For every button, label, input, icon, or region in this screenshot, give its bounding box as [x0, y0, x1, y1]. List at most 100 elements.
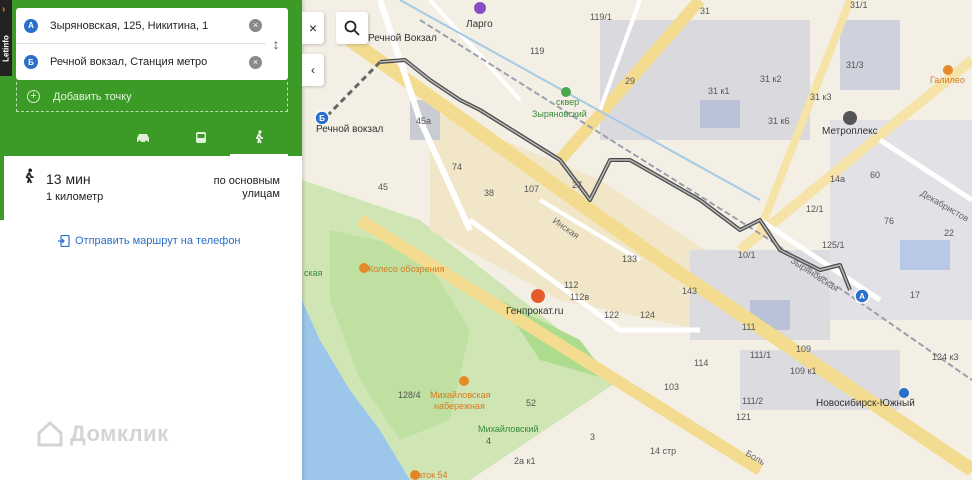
svg-text:76: 76 — [884, 216, 894, 226]
walk-icon — [255, 130, 263, 144]
svg-text:22: 22 — [944, 228, 954, 238]
svg-text:112: 112 — [564, 280, 578, 290]
svg-text:122: 122 — [604, 310, 619, 320]
svg-text:12/1: 12/1 — [806, 204, 824, 214]
svg-text:125/1: 125/1 — [822, 240, 845, 250]
route-via: по основным улицам — [213, 175, 280, 200]
svg-text:17: 17 — [910, 290, 920, 300]
clear-point-a-button[interactable]: × — [249, 19, 262, 32]
metroplex-icon[interactable] — [843, 111, 857, 125]
mode-walk-button[interactable] — [230, 120, 288, 156]
svg-text:124 к3: 124 к3 — [932, 352, 958, 362]
marker-a[interactable]: А — [854, 288, 870, 304]
mode-bus-button[interactable] — [172, 120, 230, 156]
car-icon — [137, 134, 149, 144]
svg-text:60: 60 — [870, 170, 880, 180]
swap-points-button[interactable]: ↕ — [268, 32, 284, 56]
svg-text:31/1: 31/1 — [850, 0, 868, 10]
chevron-left-icon: ‹ — [311, 63, 315, 77]
svg-text:31: 31 — [700, 6, 710, 16]
svg-text:111: 111 — [742, 322, 756, 332]
genprokat-icon[interactable] — [531, 289, 545, 303]
route-form: › Letinfo А Зыряновская, 125, Никитина, … — [0, 0, 302, 156]
svg-text:4: 4 — [486, 436, 491, 446]
point-b-field[interactable]: Б Речной вокзал, Станция метро × — [16, 44, 266, 80]
label-galileo: Галилео — [930, 75, 965, 85]
label-novosib: Новосибирск-Южный — [816, 397, 915, 409]
close-panel-button[interactable]: × — [302, 12, 324, 44]
svg-text:31 к3: 31 к3 — [810, 92, 831, 102]
brand-label: Letinfo — [1, 35, 11, 62]
label-mikh-nab2: набережная — [434, 401, 485, 411]
svg-text:29: 29 — [625, 76, 635, 86]
svg-text:31 к2: 31 к2 — [760, 74, 781, 84]
house-logo-icon — [37, 420, 63, 447]
walk-icon — [25, 168, 34, 184]
point-a-input[interactable]: Зыряновская, 125, Никитина, 1 — [50, 20, 249, 32]
point-b-input[interactable]: Речной вокзал, Станция метро — [50, 56, 249, 68]
label-sk: ская — [304, 268, 323, 278]
route-result[interactable]: 13 мин 1 километр по основным улицам — [0, 156, 302, 220]
search-icon — [344, 20, 360, 36]
collapse-panel-button[interactable]: ‹ — [302, 54, 324, 86]
point-a-field[interactable]: А Зыряновская, 125, Никитина, 1 × — [16, 8, 266, 44]
add-point-button[interactable]: + Добавить точку — [16, 82, 288, 112]
svg-text:31 к6: 31 к6 — [768, 116, 789, 126]
svg-text:3: 3 — [590, 432, 595, 442]
watermark-label: Домклик — [70, 421, 169, 446]
route-inputs: А Зыряновская, 125, Никитина, 1 × Б Речн… — [16, 8, 288, 80]
svg-text:31/3: 31/3 — [846, 60, 864, 70]
svg-text:114: 114 — [694, 358, 708, 368]
marker-b[interactable]: Б — [314, 110, 330, 126]
svg-text:14а: 14а — [830, 174, 845, 184]
plus-circle-icon: + — [27, 90, 40, 103]
svg-text:111/2: 111/2 — [742, 396, 763, 406]
galileo-icon[interactable] — [943, 65, 953, 75]
svg-text:119: 119 — [530, 46, 544, 56]
label-largo: Ларго — [466, 19, 493, 30]
close-icon: × — [308, 20, 318, 36]
route-time: 13 мин — [46, 171, 91, 187]
novosib-icon[interactable] — [899, 388, 909, 398]
svg-text:124: 124 — [640, 310, 655, 320]
route-distance: 1 километр — [46, 191, 104, 203]
chevron-right-icon: › — [2, 4, 6, 15]
send-route-label: Отправить маршрут на телефон — [75, 235, 241, 247]
clear-point-b-button[interactable]: × — [249, 55, 262, 69]
svg-text:133: 133 — [622, 254, 637, 264]
label-mikh-nab1: Михайловская — [430, 390, 491, 400]
skver-icon[interactable] — [561, 87, 571, 97]
label-rechnoy: Речной Вокзал — [368, 33, 437, 44]
label-metroplex: Метроплекс — [822, 126, 878, 137]
svg-text:А: А — [859, 292, 865, 301]
swap-arrows-icon: ↕ — [272, 36, 280, 52]
svg-text:38: 38 — [484, 188, 494, 198]
send-route-link[interactable]: Отправить маршрут на телефон — [58, 235, 241, 247]
transport-modes — [114, 120, 288, 156]
map-search-button[interactable] — [336, 12, 368, 44]
point-b-icon: Б — [24, 55, 38, 69]
svg-text:10/1: 10/1 — [738, 250, 756, 260]
label-rechnoy2: Речной вокзал — [316, 124, 384, 135]
svg-text:128/4: 128/4 — [398, 390, 421, 400]
svg-text:109 к1: 109 к1 — [790, 366, 816, 376]
send-to-phone-icon — [58, 235, 70, 247]
svg-text:31 к1: 31 к1 — [708, 86, 729, 96]
add-point-label: Добавить точку — [53, 90, 132, 103]
largo-icon[interactable] — [474, 2, 486, 14]
mode-car-button[interactable] — [114, 120, 172, 156]
mikh-nab-icon[interactable] — [459, 376, 469, 386]
svg-text:45а: 45а — [416, 116, 431, 126]
svg-text:143: 143 — [682, 286, 697, 296]
svg-text:119/1: 119/1 — [590, 12, 612, 22]
svg-text:2а к1: 2а к1 — [514, 456, 535, 466]
svg-text:27: 27 — [572, 180, 582, 190]
letinfo-brand-strip[interactable]: › Letinfo — [0, 0, 12, 76]
label-skver1: сквер — [556, 97, 579, 107]
svg-text:109: 109 — [796, 344, 811, 354]
bus-icon — [196, 132, 206, 143]
label-katok: Каток 54 — [412, 470, 448, 480]
point-a-icon: А — [24, 18, 38, 33]
svg-text:112в: 112в — [570, 292, 589, 302]
label-genprokat: Генпрокат.ru — [506, 306, 563, 317]
